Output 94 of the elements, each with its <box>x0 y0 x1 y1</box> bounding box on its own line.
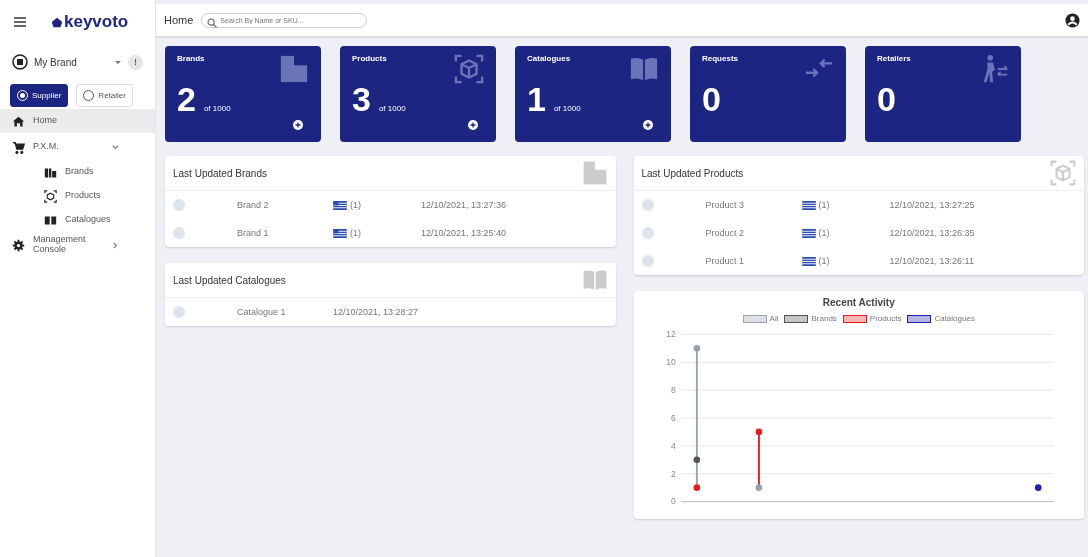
role-radio-button[interactable]: Supplier <box>10 84 69 107</box>
add-icon[interactable] <box>468 120 478 130</box>
axis-tick-label: 10 <box>665 357 676 368</box>
nav-item[interactable]: Management Console <box>0 233 155 257</box>
item-date: 12/10/2021, 13:27:25 <box>889 200 975 210</box>
stat-limit: of 1000 <box>203 104 231 113</box>
stat-limit: of 1000 <box>378 104 406 113</box>
legend-label[interactable]: All <box>769 314 779 323</box>
nav-item[interactable]: Home <box>0 109 155 133</box>
avatar-icon <box>641 227 654 239</box>
home-icon <box>12 114 25 128</box>
panel-title: Last Updated Brands <box>173 167 267 179</box>
item-date: 12/10/2021, 13:26:35 <box>889 228 975 238</box>
item-date: 12/10/2021, 13:26:11 <box>889 256 974 266</box>
legend-label[interactable]: Catalogues <box>934 314 975 323</box>
flag-count: (1) <box>818 228 830 238</box>
axis-tick-label: 6 <box>670 412 676 423</box>
item-name[interactable]: Product 3 <box>705 200 802 210</box>
add-icon[interactable] <box>643 120 653 130</box>
item-name[interactable]: Product 2 <box>705 228 802 238</box>
building-icon <box>279 54 309 84</box>
cube-icon <box>1050 160 1076 186</box>
stat-value: 0 <box>702 80 721 119</box>
stat-title: Requests <box>702 54 738 63</box>
axis-tick-label: 4 <box>670 440 676 451</box>
stat-value: 2 <box>177 80 196 119</box>
book-icon <box>44 213 57 227</box>
avatar-icon <box>173 306 185 318</box>
cube-icon <box>454 54 484 84</box>
avatar-icon <box>173 227 185 239</box>
flag-icon <box>333 200 347 210</box>
avatar-icon <box>173 199 185 211</box>
panel-title: Last Updated Products <box>641 167 744 179</box>
flag-count: (1) <box>350 228 361 238</box>
chevron-icon[interactable] <box>111 240 120 250</box>
legend-swatch[interactable] <box>742 314 767 323</box>
stat-value: 0 <box>877 80 896 119</box>
stat-limit: of 1000 <box>553 104 581 113</box>
gear-icon <box>12 238 25 252</box>
data-points <box>1034 484 1042 491</box>
add-icon[interactable] <box>293 120 303 130</box>
item-name[interactable]: Brand 1 <box>237 228 333 238</box>
building-icon <box>44 165 57 179</box>
nav-item[interactable]: Products <box>0 185 155 207</box>
legend-swatch[interactable] <box>784 314 809 323</box>
flag-count: (1) <box>818 256 830 266</box>
data-points <box>693 456 700 464</box>
menu-icon[interactable] <box>12 14 28 30</box>
flag-icon <box>333 228 347 238</box>
user-icon[interactable] <box>1065 12 1080 28</box>
nav-item[interactable]: P.X.M. <box>0 135 155 159</box>
axis-tick-label: 12 <box>665 329 676 340</box>
axis-tick-label: 2 <box>670 468 676 479</box>
legend-swatch[interactable] <box>842 314 867 323</box>
cube-icon <box>44 189 57 203</box>
cart-icon <box>12 140 25 154</box>
panel-title: Last Updated Catalogues <box>173 274 286 286</box>
flag-icon <box>801 228 816 238</box>
search-icon <box>207 17 219 29</box>
flag-icon <box>801 200 816 210</box>
caret-icon[interactable] <box>114 58 122 66</box>
item-name[interactable]: Brand 2 <box>237 200 333 210</box>
legend-label[interactable]: Brands <box>811 314 837 323</box>
stat-title: Retailers <box>877 54 911 63</box>
store-icon <box>12 54 28 70</box>
legend-swatch[interactable] <box>907 314 932 323</box>
axis-tick-label: 8 <box>670 385 676 395</box>
nav-item[interactable]: Catalogues <box>0 209 155 231</box>
item-date: 12/10/2021, 13:25:40 <box>421 228 507 238</box>
role-radio-button[interactable]: Retailer <box>76 84 133 107</box>
flag-count: (1) <box>350 200 361 210</box>
avatar-icon <box>641 255 654 267</box>
stat-value: 3 <box>352 80 371 119</box>
stat-title: Products <box>352 54 387 63</box>
logo: keyvoto <box>50 12 129 32</box>
building-icon <box>581 160 608 186</box>
axis-tick-label: 0 <box>670 496 676 507</box>
avatar-icon <box>641 199 654 211</box>
item-date: 12/10/2021, 13:28:27 <box>333 307 419 317</box>
chart-title: Recent Activity <box>822 297 895 308</box>
item-name[interactable]: Catalogue 1 <box>237 307 333 317</box>
stat-value: 1 <box>527 80 546 119</box>
legend-label[interactable]: Products <box>869 314 902 323</box>
nav-item[interactable]: Brands <box>0 161 155 183</box>
stat-title: Brands <box>177 54 205 63</box>
stat-title: Catalogues <box>527 54 571 63</box>
chevron-icon[interactable] <box>111 142 120 152</box>
item-date: 12/10/2021, 13:27:36 <box>421 200 507 210</box>
item-name[interactable]: Product 1 <box>705 256 802 266</box>
info-badge: ! <box>128 54 143 70</box>
breadcrumb[interactable]: Home <box>164 14 194 26</box>
flag-count: (1) <box>818 200 830 210</box>
account-name[interactable]: My Brand <box>34 56 108 68</box>
flag-icon <box>801 256 816 266</box>
